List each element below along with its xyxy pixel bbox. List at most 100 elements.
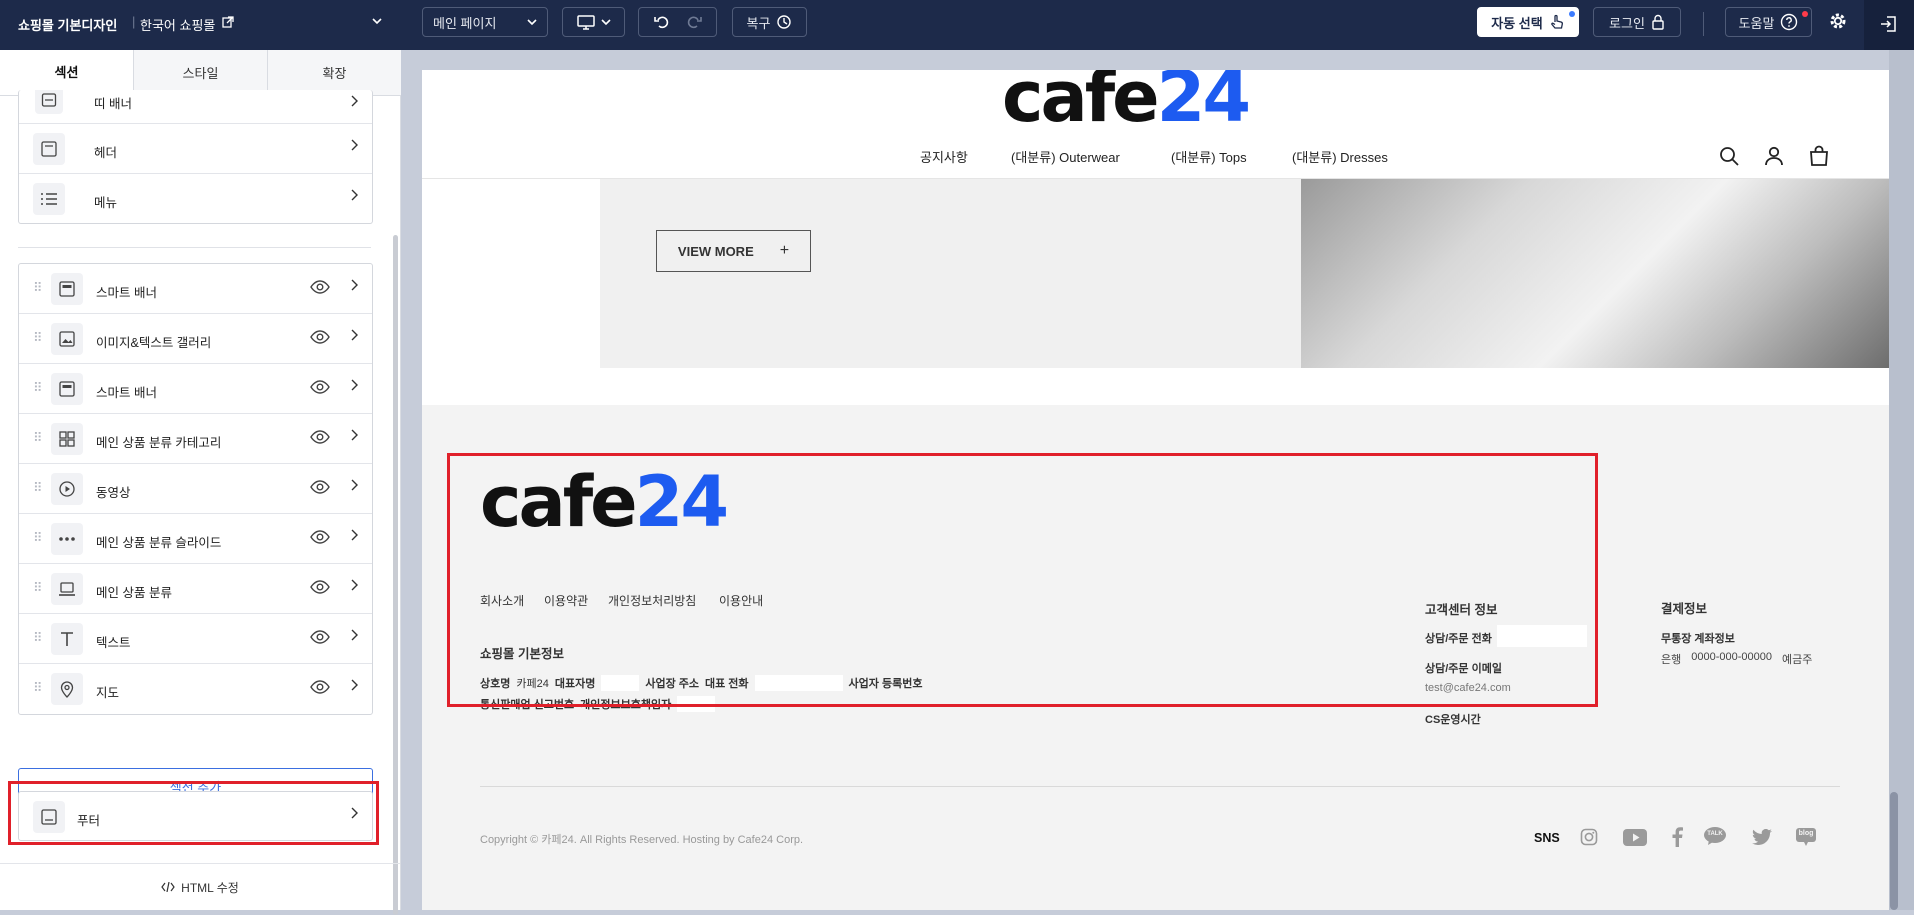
redo-icon[interactable] xyxy=(686,15,702,29)
shopping-bag-icon[interactable] xyxy=(1809,145,1829,166)
drag-handle-icon[interactable]: ⠿ xyxy=(33,430,42,446)
kakao-talk-icon[interactable]: TALK xyxy=(1704,827,1726,845)
drag-handle-icon[interactable]: ⠿ xyxy=(33,530,42,546)
eye-icon[interactable] xyxy=(310,280,330,294)
sidebar-section-item[interactable]: ⠿ 메인 상품 분류 슬라이드 xyxy=(19,514,372,564)
eye-icon[interactable] xyxy=(310,680,330,694)
blog-icon[interactable]: blog xyxy=(1796,828,1816,846)
help-button[interactable]: 도움말 xyxy=(1725,7,1812,37)
login-button[interactable]: 로그인 xyxy=(1593,7,1681,37)
nav-outerwear[interactable]: (대분류) Outerwear xyxy=(1011,147,1120,166)
blog-text: blog xyxy=(1798,830,1814,837)
sidebar-section-label: 메인 상품 분류 카테고리 xyxy=(96,436,222,450)
account-number: 0000-000-00000 xyxy=(1691,651,1772,663)
sidebar-section-item[interactable]: ⠿ 스마트 배너 xyxy=(19,264,372,314)
eye-icon[interactable] xyxy=(310,480,330,494)
hero-banner: VIEW MORE + xyxy=(600,178,1889,368)
sidebar-item-footer[interactable]: 푸터 xyxy=(19,792,372,842)
sidebar-section-label: 동영상 xyxy=(96,486,131,500)
tab-extension[interactable]: 확장 xyxy=(268,50,401,95)
sidebar-section-label: 스마트 배너 xyxy=(96,286,157,300)
sidebar-item-header[interactable]: 헤더 xyxy=(19,124,372,174)
tab-sections[interactable]: 섹션 xyxy=(0,50,134,95)
instagram-icon[interactable] xyxy=(1580,828,1598,846)
sns-label: SNS xyxy=(1534,831,1560,845)
view-more-button[interactable]: VIEW MORE + xyxy=(656,230,811,272)
sidebar: 섹션 스타일 확장 띠 배너 헤더 메뉴 ⠿ 스마트 배너 ⠿ 이미지&텍스트 갤러리… xyxy=(0,50,401,915)
chevron-down-icon[interactable] xyxy=(372,17,382,25)
eye-icon[interactable] xyxy=(310,580,330,594)
help-label: 도움말 xyxy=(1738,15,1775,31)
external-link-icon[interactable] xyxy=(222,16,234,28)
eye-icon[interactable] xyxy=(310,530,330,544)
eye-icon[interactable] xyxy=(310,630,330,644)
drag-handle-icon[interactable]: ⠿ xyxy=(33,680,42,696)
undo-redo-group xyxy=(638,7,717,37)
chevron-right-icon xyxy=(351,189,358,201)
search-icon[interactable] xyxy=(1719,146,1739,166)
nav-tops[interactable]: (대분류) Tops xyxy=(1171,147,1247,166)
chevron-down-icon xyxy=(527,19,537,26)
gear-icon[interactable] xyxy=(1829,12,1847,30)
chevron-right-icon xyxy=(351,629,358,641)
user-icon[interactable] xyxy=(1764,146,1784,166)
hero-image xyxy=(1301,178,1889,368)
sidebar-section-item[interactable]: ⠿ 스마트 배너 xyxy=(19,364,372,414)
youtube-icon[interactable] xyxy=(1623,829,1647,846)
exit-button[interactable] xyxy=(1864,0,1914,50)
sidebar-scrollbar[interactable] xyxy=(393,235,398,915)
scrollbar-thumb[interactable] xyxy=(1890,792,1898,910)
payment-title: 결제정보 xyxy=(1661,602,1708,616)
drag-handle-icon[interactable]: ⠿ xyxy=(33,330,42,346)
facebook-icon[interactable] xyxy=(1671,827,1683,847)
sidebar-item-label: 띠 배너 xyxy=(94,97,132,111)
eye-icon[interactable] xyxy=(310,380,330,394)
twitter-icon[interactable] xyxy=(1752,829,1772,845)
nav-notice[interactable]: 공지사항 xyxy=(920,147,968,166)
sidebar-section-label: 텍스트 xyxy=(96,636,131,650)
sidebar-section-item[interactable]: ⠿ 텍스트 xyxy=(19,614,372,664)
drag-handle-icon[interactable]: ⠿ xyxy=(33,630,42,646)
nav-dresses[interactable]: (대분류) Dresses xyxy=(1292,147,1388,166)
sidebar-item-menu[interactable]: 메뉴 xyxy=(19,174,372,223)
shop-logo[interactable]: cafe24 xyxy=(1002,70,1251,132)
preview-scrollbar[interactable] xyxy=(1889,50,1914,910)
chevron-down-icon xyxy=(600,19,611,26)
chevron-right-icon xyxy=(351,279,358,291)
notification-dot xyxy=(1569,11,1575,17)
banner-icon xyxy=(51,373,83,405)
tab-style[interactable]: 스타일 xyxy=(134,50,268,95)
undo-icon[interactable] xyxy=(653,15,670,29)
copyright: Copyright © 카페24. All Rights Reserved. H… xyxy=(480,834,804,846)
bank-account-title: 무통장 계좌정보 xyxy=(1661,633,1735,645)
drag-handle-icon[interactable]: ⠿ xyxy=(33,480,42,496)
chevron-right-icon xyxy=(351,95,358,107)
divider xyxy=(1703,12,1704,36)
eye-icon[interactable] xyxy=(310,330,330,344)
sidebar-section-item[interactable]: ⠿ 동영상 xyxy=(19,464,372,514)
view-more-label: VIEW MORE xyxy=(677,243,754,259)
device-select[interactable] xyxy=(562,7,625,37)
sidebar-item-strip-banner[interactable]: 띠 배너 xyxy=(19,90,372,124)
sidebar-section-item[interactable]: ⠿ 메인 상품 분류 카테고리 xyxy=(19,414,372,464)
sidebar-section-label: 지도 xyxy=(96,686,120,700)
drag-handle-icon[interactable]: ⠿ xyxy=(33,580,42,596)
html-edit-button[interactable]: HTML 수정 xyxy=(0,863,400,910)
chevron-right-icon xyxy=(351,479,358,491)
exit-icon xyxy=(1881,16,1896,32)
sidebar-section-item[interactable]: ⠿ 메인 상품 분류 xyxy=(19,564,372,614)
login-label: 로그인 xyxy=(1609,15,1645,31)
chevron-right-icon xyxy=(351,679,358,691)
auto-select-button[interactable]: 자동 선택 xyxy=(1477,7,1579,37)
layout-section-group: 띠 배너 헤더 메뉴 xyxy=(18,90,373,224)
drag-handle-icon[interactable]: ⠿ xyxy=(33,280,42,296)
sidebar-section-item[interactable]: ⠿ 이미지&텍스트 갤러리 xyxy=(19,314,372,364)
page-select[interactable]: 메인 페이지 xyxy=(422,7,548,37)
sidebar-section-item[interactable]: ⠿ 지도 xyxy=(19,664,372,714)
drag-handle-icon[interactable]: ⠿ xyxy=(33,380,42,396)
hand-pointer-icon xyxy=(1550,14,1563,29)
html-edit-label: HTML 수정 xyxy=(181,880,239,895)
shop-name-link[interactable]: 한국어 쇼핑몰 xyxy=(140,15,215,34)
restore-button[interactable]: 복구 xyxy=(732,7,807,37)
eye-icon[interactable] xyxy=(310,430,330,444)
